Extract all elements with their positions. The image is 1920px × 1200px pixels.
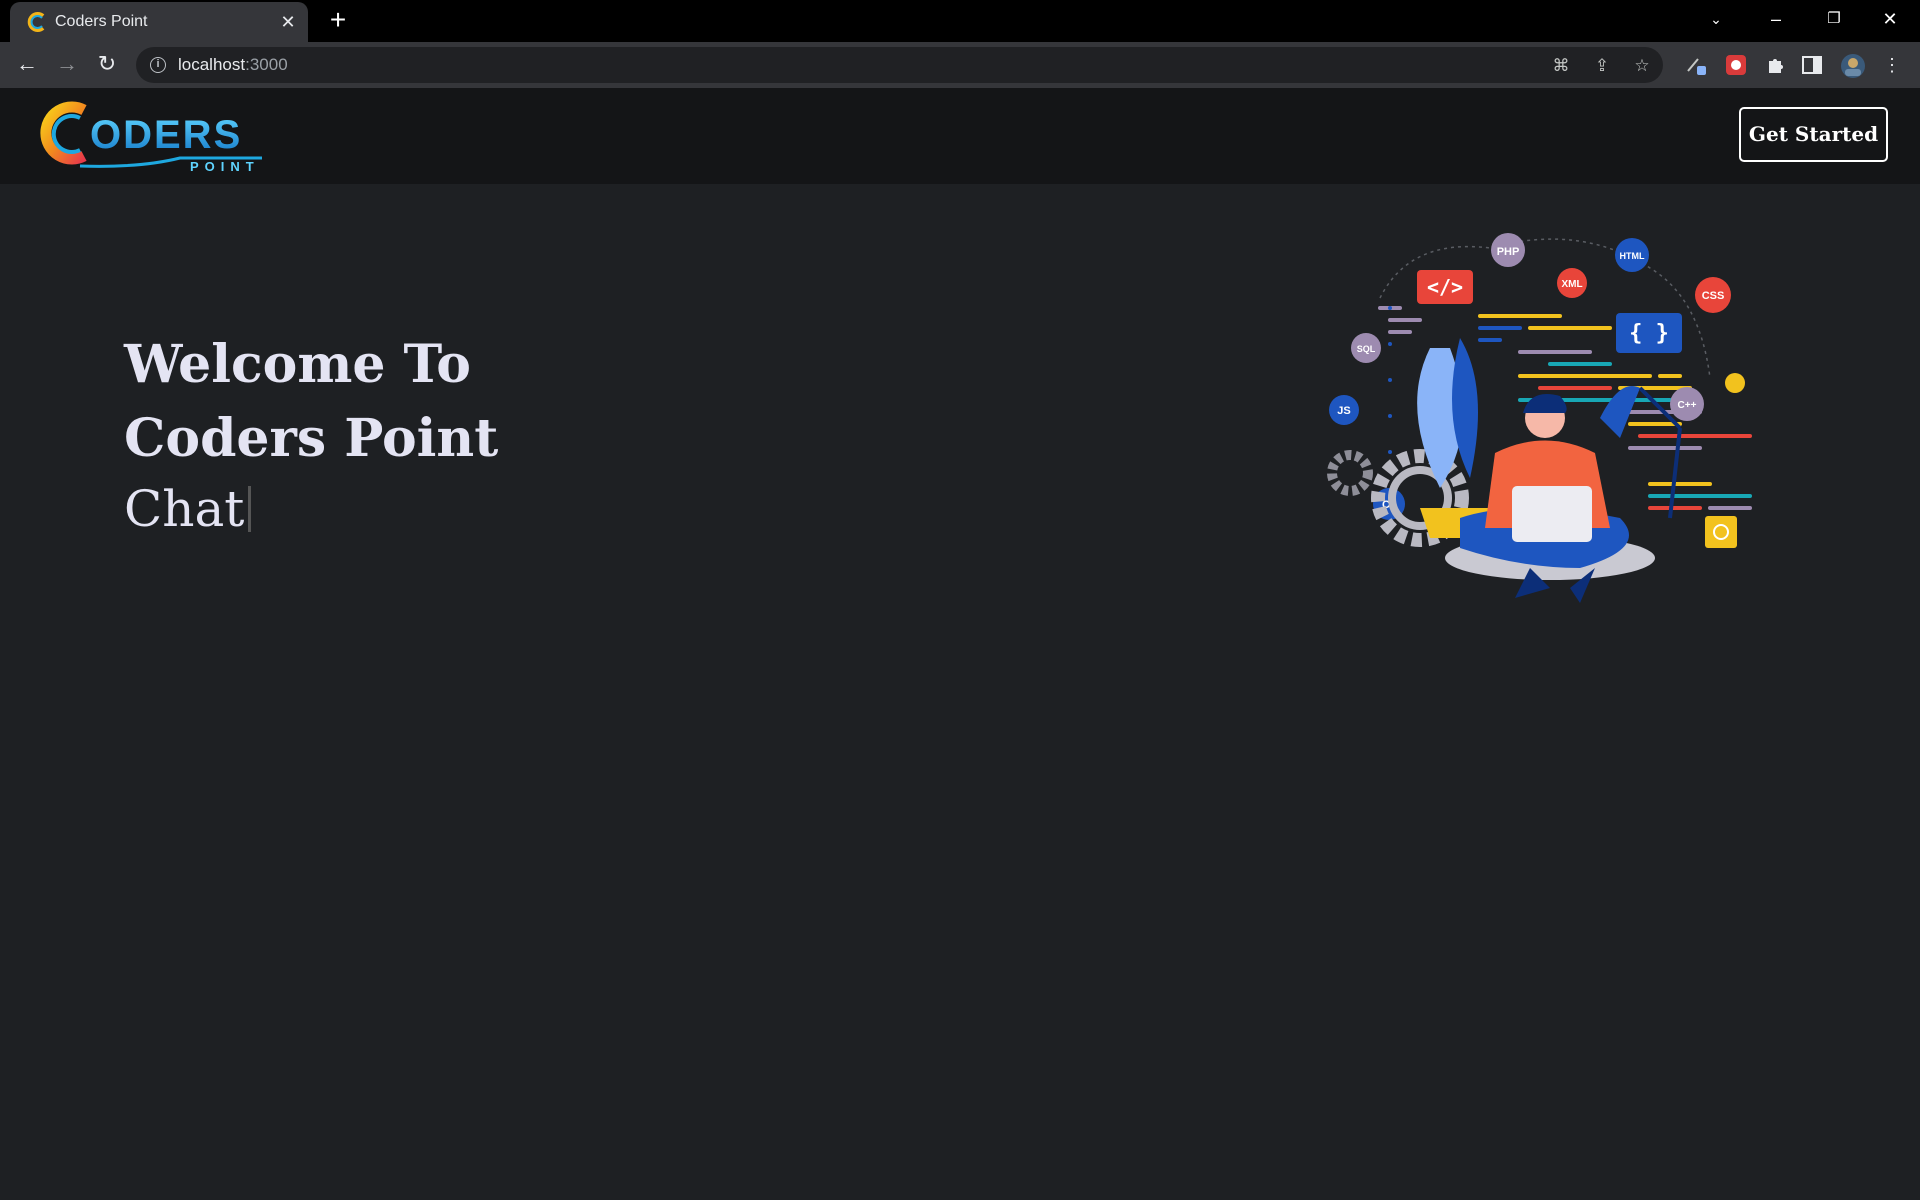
reload-icon[interactable]: ↻ bbox=[94, 52, 120, 78]
html-badge: HTML bbox=[1620, 251, 1645, 261]
browser-titlebar: Coders Point ✕ + ⌄ – ❐ ✕ bbox=[0, 0, 1920, 42]
site-favicon-icon bbox=[27, 12, 45, 32]
tab-title: Coders Point bbox=[55, 13, 148, 30]
translate-icon[interactable]: ⌘ bbox=[1550, 55, 1572, 77]
js-badge: JS bbox=[1337, 405, 1350, 417]
headline-line-2: Coders Point bbox=[124, 408, 499, 469]
site-info-icon[interactable]: i bbox=[150, 57, 166, 73]
typed-text: Chat bbox=[124, 480, 245, 538]
chrome-menu-icon[interactable]: ⋮ bbox=[1880, 53, 1904, 77]
logo-sub-text: POINT bbox=[190, 159, 260, 174]
tab-close-icon[interactable]: ✕ bbox=[276, 10, 300, 34]
site-header: ODERS POINT Get Started bbox=[0, 88, 1920, 184]
sql-badge: SQL bbox=[1357, 344, 1376, 354]
typed-text-container: Chat bbox=[124, 476, 498, 542]
typing-cursor bbox=[248, 486, 252, 532]
php-badge: PHP bbox=[1497, 246, 1520, 258]
coders-point-logo[interactable]: ODERS POINT bbox=[40, 96, 270, 174]
forward-arrow-icon[interactable]: → bbox=[54, 52, 80, 78]
url-host: localhost bbox=[178, 55, 246, 74]
cpp-badge: C++ bbox=[1678, 400, 1697, 411]
xml-badge: XML bbox=[1561, 279, 1582, 290]
braces-badge: { } bbox=[1629, 321, 1669, 346]
url-port: :3000 bbox=[245, 55, 288, 74]
headline-line-1: Welcome To bbox=[124, 334, 471, 395]
restore-icon[interactable]: ❐ bbox=[1806, 0, 1862, 40]
address-bar[interactable]: i localhost:3000 ⌘ ⇪ ☆ bbox=[136, 47, 1663, 83]
extensions-puzzle-icon[interactable] bbox=[1764, 53, 1788, 77]
extension-pen-icon[interactable] bbox=[1684, 53, 1708, 77]
extension-red-icon[interactable] bbox=[1724, 53, 1748, 77]
web-page: ODERS POINT Get Started Welcome To Coder… bbox=[0, 88, 1920, 1200]
minimize-icon[interactable]: – bbox=[1748, 0, 1804, 40]
get-started-button[interactable]: Get Started bbox=[1739, 107, 1888, 162]
new-tab-button[interactable]: + bbox=[325, 6, 351, 34]
browser-tab[interactable]: Coders Point ✕ bbox=[10, 2, 308, 42]
css-badge: CSS bbox=[1702, 290, 1725, 302]
browser-toolbar: ← → ↻ i localhost:3000 ⌘ ⇪ ☆ ⋮ bbox=[0, 42, 1920, 88]
back-arrow-icon[interactable]: ← bbox=[14, 52, 40, 78]
profile-avatar-icon[interactable] bbox=[1840, 53, 1865, 78]
developer-illustration: </> { } PHP HTML XML CSS SQL JS C++ C# bbox=[1327, 233, 1752, 603]
bookmark-star-icon[interactable]: ☆ bbox=[1631, 55, 1653, 77]
tab-search-icon[interactable]: ⌄ bbox=[1688, 0, 1744, 40]
logo-main-text: ODERS bbox=[90, 113, 242, 157]
share-icon[interactable]: ⇪ bbox=[1591, 55, 1613, 77]
code-symbol-badge: </> bbox=[1427, 275, 1463, 299]
side-panel-icon[interactable] bbox=[1800, 53, 1824, 77]
url-text[interactable]: localhost:3000 bbox=[178, 55, 288, 75]
window-close-icon[interactable]: ✕ bbox=[1862, 0, 1918, 40]
hero-text: Welcome To Coders Point Chat bbox=[124, 328, 498, 542]
